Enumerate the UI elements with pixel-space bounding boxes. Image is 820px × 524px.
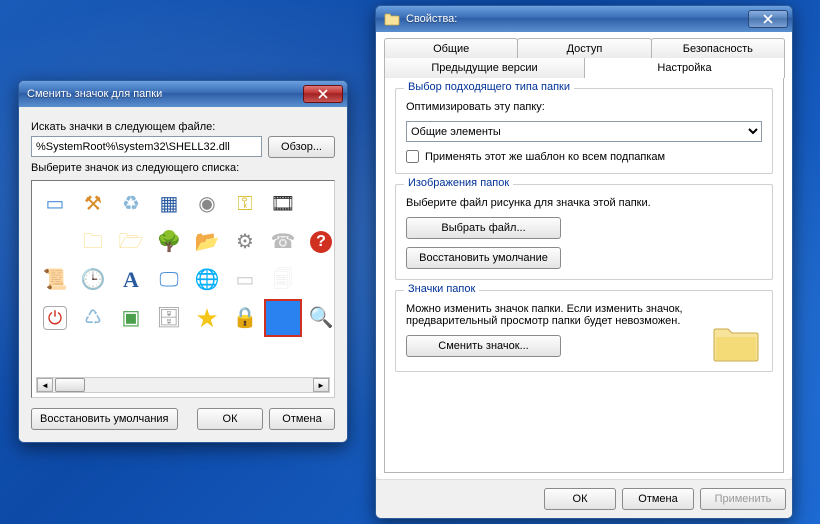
power-icon[interactable]: ⏻ xyxy=(38,301,72,335)
browse-button[interactable]: Обзор... xyxy=(268,136,335,158)
server-icon[interactable]: 🗄 xyxy=(152,301,186,335)
recycle-empty-icon[interactable]: ♺ xyxy=(76,301,110,335)
folder-properties-dialog: Свойства: ОбщиеДоступБезопасность Предыд… xyxy=(375,5,793,519)
group-title: Значки папок xyxy=(404,283,479,295)
close-button[interactable] xyxy=(303,85,343,103)
group-title: Изображения папок xyxy=(404,177,513,189)
dialog-title: Свойства: xyxy=(406,13,748,25)
chip-icon[interactable]: ▣ xyxy=(114,301,148,335)
net-folder-icon[interactable]: 🗀 xyxy=(76,225,110,259)
modem-icon[interactable]: ☎ xyxy=(266,225,300,259)
folder-icon-desc: Можно изменить значок папки. Если измени… xyxy=(406,303,684,327)
doc-icon[interactable]: 🗎 xyxy=(38,225,72,259)
film-icon[interactable]: 🎞 xyxy=(266,187,300,221)
key-icon[interactable]: ⚿ xyxy=(228,187,262,221)
globe-folder-icon[interactable]: 🌐 xyxy=(190,263,224,297)
search-icon[interactable]: 🔍 xyxy=(304,301,335,335)
scroll-left-button[interactable]: ◄ xyxy=(37,378,53,392)
ok-button[interactable]: ОК xyxy=(197,408,263,430)
change-icon-dialog: Сменить значок для папки Искать значки в… xyxy=(18,80,348,443)
tab-panel-customize: Выбор подходящего типа папки Оптимизиров… xyxy=(384,77,784,473)
folder-icon-preview xyxy=(712,323,760,363)
cancel-button[interactable]: Отмена xyxy=(269,408,335,430)
tree-icon[interactable]: 🌳 xyxy=(152,225,186,259)
appgroup-icon[interactable]: ▦ xyxy=(152,187,186,221)
apply-button[interactable]: Применить xyxy=(700,488,786,510)
clock-disk-icon[interactable]: 🕒 xyxy=(76,263,110,297)
choose-file-button[interactable]: Выбрать файл... xyxy=(406,217,561,239)
restore-default-button[interactable]: Восстановить умолчание xyxy=(406,247,561,269)
font-a-icon[interactable]: A xyxy=(114,263,148,297)
tab-предыдущие версии[interactable]: Предыдущие версии xyxy=(384,58,585,78)
group-title: Выбор подходящего типа папки xyxy=(404,81,574,93)
star-icon[interactable]: ★ xyxy=(190,301,224,335)
scroll-right-button[interactable]: ► xyxy=(313,378,329,392)
scroll-thumb[interactable] xyxy=(55,378,85,392)
icon-path-input[interactable] xyxy=(31,136,262,157)
dialog-title: Сменить значок для папки xyxy=(27,88,303,100)
cancel-button[interactable]: Отмена xyxy=(622,488,694,510)
apply-subfolders-checkbox[interactable]: Применять этот же шаблон ко всем подпапк… xyxy=(406,150,762,163)
cert-icon[interactable]: 📜 xyxy=(38,263,72,297)
optimize-combobox[interactable]: Общие элементы xyxy=(406,121,762,142)
blank-blue-icon[interactable] xyxy=(266,301,300,335)
icon-list[interactable]: ▭⚒♻▦◉⚿🎞🗎🗀🗁🌳📂⚙☎?📜🕒A🖵🌐▭🗐⏻♺▣🗄★🔒🔍 ◄ ► xyxy=(31,180,335,398)
ok-button[interactable]: ОК xyxy=(544,488,616,510)
icon-slot-empty xyxy=(304,263,335,297)
help-icon[interactable]: ? xyxy=(304,225,335,259)
titlebar[interactable]: Свойства: xyxy=(376,6,792,32)
change-icon-button[interactable]: Сменить значок... xyxy=(406,335,561,357)
tab-безопасность[interactable]: Безопасность xyxy=(651,38,785,58)
titlebar[interactable]: Сменить значок для папки xyxy=(19,81,347,107)
folder-open-icon[interactable]: 📂 xyxy=(190,225,224,259)
docs-stack-icon[interactable]: 🗐 xyxy=(266,263,300,297)
monitor-icon[interactable]: 🖵 xyxy=(152,263,186,297)
pick-icon-label: Выберите значок из следующего списка: xyxy=(31,162,335,174)
folder-icon xyxy=(384,11,400,27)
lock-icon[interactable]: 🔒 xyxy=(228,301,262,335)
drill-icon[interactable]: ⚒ xyxy=(76,187,110,221)
group-folder-icons: Значки папок Можно изменить значок папки… xyxy=(395,290,773,372)
icon-slot-empty xyxy=(304,187,335,221)
gear-small-icon[interactable]: ⚙ xyxy=(228,225,262,259)
recycle-full-icon[interactable]: ♻ xyxy=(114,187,148,221)
cd-drive-icon[interactable]: ◉ xyxy=(190,187,224,221)
optimize-label: Оптимизировать эту папку: xyxy=(406,101,762,113)
net-folder2-icon[interactable]: 🗁 xyxy=(114,225,148,259)
folder-image-desc: Выберите файл рисунка для значка этой па… xyxy=(406,197,762,209)
group-folder-type: Выбор подходящего типа папки Оптимизиров… xyxy=(395,88,773,174)
screen-icon[interactable]: ▭ xyxy=(38,187,72,221)
restore-defaults-button[interactable]: Восстановить умолчания xyxy=(31,408,178,430)
tab-общие[interactable]: Общие xyxy=(384,38,518,58)
rect-icon[interactable]: ▭ xyxy=(228,263,262,297)
tab-доступ[interactable]: Доступ xyxy=(517,38,651,58)
horizontal-scrollbar[interactable]: ◄ ► xyxy=(36,377,330,393)
tab-настройка[interactable]: Настройка xyxy=(584,58,785,78)
group-folder-images: Изображения папок Выберите файл рисунка … xyxy=(395,184,773,280)
apply-subfolders-label: Применять этот же шаблон ко всем подпапк… xyxy=(425,151,665,163)
close-button[interactable] xyxy=(748,10,788,28)
apply-subfolders-input[interactable] xyxy=(406,150,419,163)
search-file-label: Искать значки в следующем файле: xyxy=(31,121,335,133)
